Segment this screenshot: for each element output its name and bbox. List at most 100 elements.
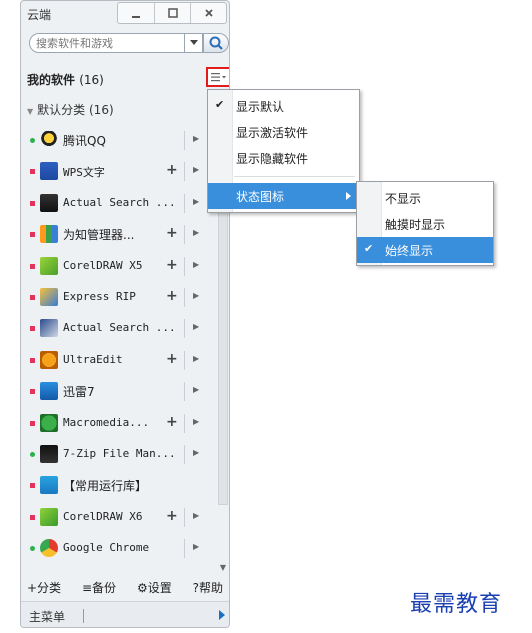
menu-item-status-icon[interactable]: 状态图标 [208,183,359,209]
add-shortcut-icon[interactable]: + [166,351,178,367]
submenu-item-always-show[interactable]: ✔ 始终显示 [357,237,493,263]
software-row[interactable]: Actual Search ... ▶ [21,313,217,344]
software-row[interactable]: CorelDRAW X5 + ▶ [21,251,217,282]
binoculars-icon [40,193,58,212]
row-expand-arrow-icon[interactable]: ▶ [193,260,199,269]
software-row[interactable]: Express RIP + ▶ [21,282,217,313]
software-name: Actual Search ... [63,195,176,209]
checkmark-icon: ✔ [215,98,225,111]
software-row[interactable]: 7-Zip File Man... ▶ [21,439,217,470]
collapse-arrow-icon: ▼ [27,107,34,116]
close-button[interactable] [190,3,226,23]
menu-item-show-default[interactable]: ✔ 显示默认 [208,93,359,119]
software-row[interactable]: 腾讯QQ ▶ [21,125,217,156]
menu-item-label: 显示隐藏软件 [236,152,309,166]
software-row[interactable]: CorelDRAW X6 + ▶ [21,502,217,533]
software-row[interactable]: 为知管理器... + ▶ [21,219,217,250]
search-dropdown-button[interactable] [185,33,203,53]
view-options-menu: ✔ 显示默认 显示激活软件 显示隐藏软件 状态图标 [207,89,360,213]
backup-button[interactable]: ≡备份 [82,579,116,599]
submenu-item-never-show[interactable]: 不显示 [357,185,493,211]
status-indicator-icon [30,232,35,238]
add-shortcut-icon[interactable]: + [166,225,178,241]
status-indicator-icon [30,420,35,426]
row-divider [184,445,185,464]
status-indicator-icon [30,483,35,489]
actual-search-icon [40,319,58,338]
row-expand-arrow-icon[interactable]: ▶ [193,542,199,551]
row-divider [184,225,185,245]
software-name: UltraEdit [63,352,123,366]
coreldraw-icon [40,256,58,275]
main-menu-button[interactable]: 主菜单 [29,608,65,625]
software-name: 7-Zip File Man... [63,447,176,460]
menu-item-show-active[interactable]: 显示激活软件 [208,119,359,145]
software-name: 腾讯QQ [63,134,106,148]
checkmark-icon: ✔ [364,242,374,255]
software-row[interactable]: UltraEdit + ▶ [21,345,217,376]
add-category-button[interactable]: +分类 [27,579,61,599]
minimize-icon [132,16,140,18]
add-shortcut-icon[interactable]: + [166,162,178,178]
software-row[interactable]: 【常用运行库】 [21,470,217,501]
submenu-item-show-on-hover[interactable]: 触摸时显示 [357,211,493,237]
title-bar: 云端 [21,1,229,27]
status-indicator-icon [30,514,35,520]
close-icon [204,9,213,17]
add-shortcut-icon[interactable]: + [166,414,178,430]
play-arrow-icon[interactable] [219,610,225,620]
add-shortcut-icon[interactable]: + [166,288,178,304]
7zip-icon [40,445,58,463]
row-expand-arrow-icon[interactable]: ▶ [193,197,199,206]
software-row[interactable]: Google Chrome ▶ [21,533,217,564]
bottom-toolbar: +分类 ≡备份 ⚙设置 ?帮助 [21,579,229,599]
software-row[interactable]: Actual Search ... ▶ [21,188,217,219]
row-expand-arrow-icon[interactable]: ▶ [193,448,199,457]
row-divider [184,162,185,182]
category-default[interactable]: ▼ 默认分类 (16) [27,101,114,118]
search-button[interactable] [203,33,229,53]
category-count: (16) [89,103,114,117]
status-bar: 主菜单 [21,601,229,627]
row-divider [184,131,185,150]
row-expand-arrow-icon[interactable]: ▶ [193,322,199,331]
row-expand-arrow-icon[interactable]: ▶ [193,134,199,143]
list-view-icon [211,73,226,82]
my-software-label: 我的软件 [27,73,76,87]
row-expand-arrow-icon[interactable]: ▶ [193,385,199,394]
add-shortcut-icon[interactable]: + [166,508,178,524]
software-name: 【常用运行库】 [63,479,148,494]
minimize-button[interactable] [118,3,154,23]
view-options-button[interactable] [206,67,229,87]
row-expand-arrow-icon[interactable]: ▶ [193,291,199,300]
status-indicator-icon [30,263,35,269]
window-title: 云端 [27,8,52,22]
row-expand-arrow-icon[interactable]: ▶ [193,228,199,237]
scroll-down-arrow-icon[interactable]: ▼ [218,561,228,575]
row-expand-arrow-icon[interactable]: ▶ [193,354,199,363]
software-name: CorelDRAW X5 [63,258,143,272]
thunder-icon [40,382,58,401]
status-indicator-icon [30,452,35,457]
settings-button[interactable]: ⚙设置 [137,579,172,599]
row-expand-arrow-icon[interactable]: ▶ [193,417,199,426]
add-shortcut-icon[interactable]: + [166,257,178,273]
row-expand-arrow-icon[interactable]: ▶ [193,511,199,520]
software-row[interactable]: 迅雷7 ▶ [21,376,217,407]
maximize-button[interactable] [154,3,190,23]
status-indicator-icon [30,200,35,206]
menu-item-show-hidden[interactable]: 显示隐藏软件 [208,145,359,171]
row-expand-arrow-icon[interactable]: ▶ [193,165,199,174]
watermark-text: 最需教育 [410,592,503,617]
software-name: WPS文字 [63,166,105,180]
search-input[interactable] [29,33,185,53]
menu-item-label: 显示激活软件 [236,126,309,140]
help-button[interactable]: ?帮助 [193,579,223,599]
row-divider [184,413,185,433]
row-divider [184,539,185,559]
software-row[interactable]: WPS文字 + ▶ [21,156,217,187]
software-name: Actual Search ... [63,321,176,335]
software-row[interactable]: Macromedia... + ▶ [21,408,217,439]
menu-item-label: 触摸时显示 [385,218,446,232]
menu-separator [234,176,355,177]
